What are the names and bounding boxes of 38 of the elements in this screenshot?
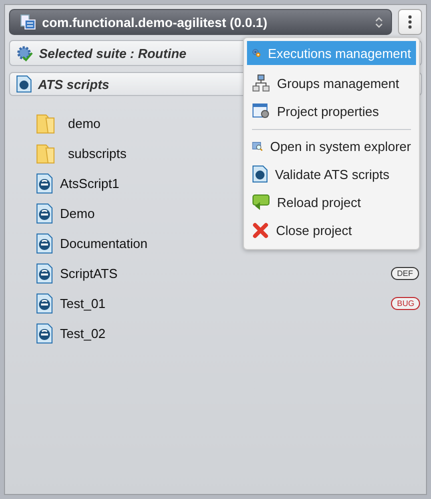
menu-item[interactable]: Open in system explorer: [247, 132, 416, 160]
suite-label: Selected suite : Routine: [39, 46, 186, 60]
script-file-icon: [36, 202, 53, 224]
menu-item[interactable]: Project properties: [247, 97, 416, 125]
tag: BUG: [391, 296, 420, 310]
scripts-header-label: ATS scripts: [38, 76, 110, 92]
menu-item[interactable]: Groups management: [247, 69, 416, 97]
script-file-icon: [36, 262, 53, 284]
tree-item[interactable]: Demo: [60, 206, 95, 220]
tree-item[interactable]: subscripts: [68, 146, 127, 160]
folder-icon: [36, 112, 55, 134]
network-icon: [252, 74, 270, 92]
updown-icon: [375, 16, 383, 28]
script-file-icon: [36, 232, 53, 254]
tree-item[interactable]: Documentation: [60, 236, 148, 250]
project-icon: [20, 14, 36, 30]
menu-item[interactable]: Validate ATS scripts: [247, 160, 416, 188]
project-selector[interactable]: com.functional.demo-agilitest (0.0.1): [9, 9, 392, 35]
window-settings-icon: [252, 102, 270, 120]
more-menu-button[interactable]: [398, 9, 422, 35]
script-file-icon: [36, 172, 53, 194]
menu-item[interactable]: Close project: [247, 216, 416, 244]
script-file-icon: [36, 292, 53, 314]
tree-item[interactable]: ScriptATS: [60, 266, 118, 280]
script-file-icon: [252, 165, 268, 183]
script-file-icon: [16, 75, 32, 93]
gear-check-icon: [16, 44, 33, 62]
tree-item[interactable]: AtsScript1: [60, 176, 120, 190]
reload-icon: [252, 194, 270, 210]
script-file-icon: [36, 322, 53, 344]
tag: DEF: [391, 266, 419, 280]
tree-item[interactable]: Test_02: [60, 326, 106, 340]
tree-item[interactable]: demo: [68, 116, 101, 130]
menu-item[interactable]: Reload project: [247, 188, 416, 216]
folder-icon: [36, 142, 55, 164]
vertical-dots-icon: [408, 15, 412, 29]
close-icon: [252, 222, 269, 238]
tree-item[interactable]: Test_01: [60, 296, 106, 310]
